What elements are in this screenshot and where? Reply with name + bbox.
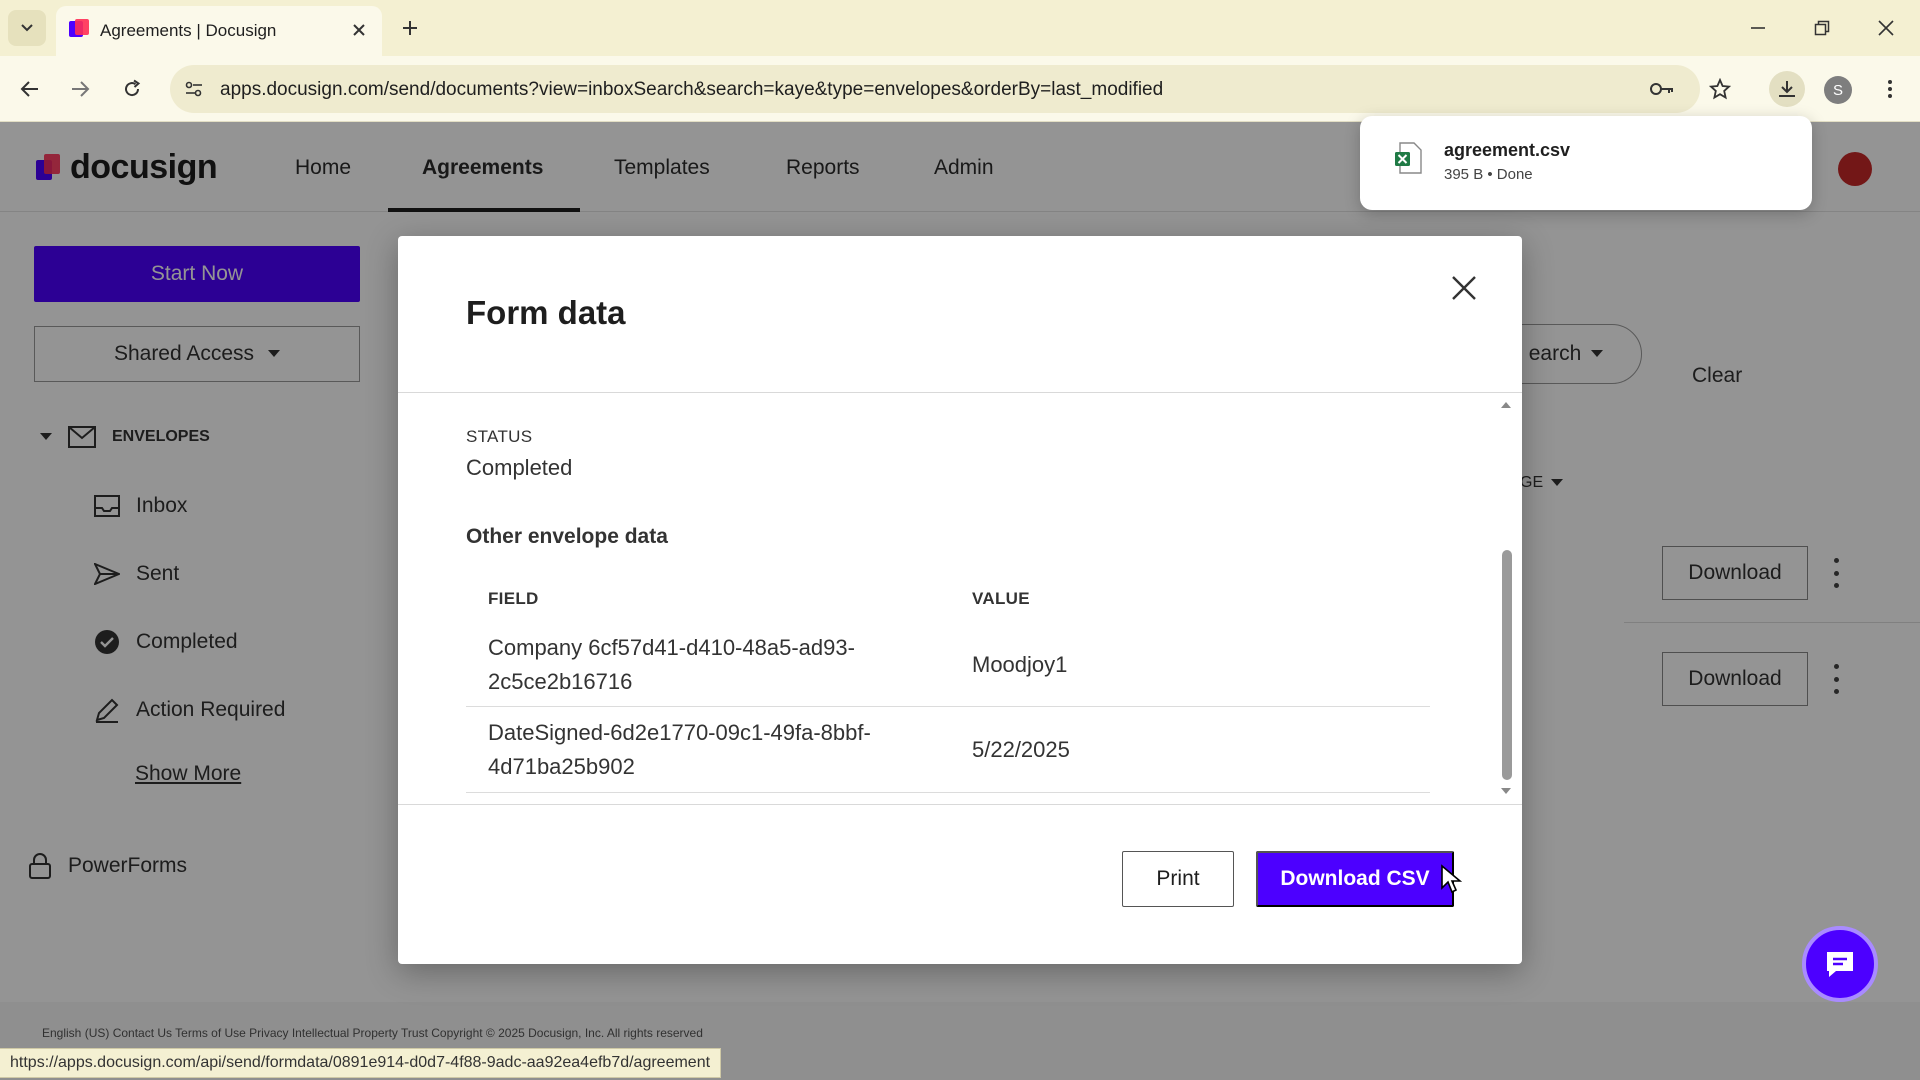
table-cell-value: 5/22/2025 xyxy=(972,737,1070,762)
minimize-icon[interactable] xyxy=(1740,12,1776,44)
modal-divider xyxy=(398,804,1522,805)
status-label: STATUS xyxy=(466,427,533,446)
scrollbar-thumb[interactable] xyxy=(1502,550,1512,780)
docusign-favicon-icon xyxy=(69,19,89,37)
chat-bubble-icon xyxy=(1827,952,1853,977)
table-cell-value: Moodjoy1 xyxy=(972,652,1068,677)
excel-file-icon xyxy=(1395,142,1422,174)
chevron-down-icon xyxy=(21,24,33,32)
tab-title: Agreements | Docusign xyxy=(100,21,277,40)
reload-icon[interactable] xyxy=(114,71,150,107)
link-status-bar: https://apps.docusign.com/api/send/formd… xyxy=(0,1048,722,1078)
browser-toolbar: apps.docusign.com/send/documents?view=in… xyxy=(0,56,1920,122)
bookmark-star-icon[interactable] xyxy=(1702,71,1738,107)
browser-tab-bar: Agreements | Docusign xyxy=(0,0,1920,56)
modal-close-icon[interactable] xyxy=(1446,270,1482,306)
modal-title: Form data xyxy=(466,294,626,331)
download-meta: 395 B • Done xyxy=(1444,166,1533,183)
column-header-value: VALUE xyxy=(972,589,1030,608)
password-key-icon[interactable] xyxy=(1648,75,1676,103)
modal-scroll-content[interactable]: STATUS Completed Other envelope data FIE… xyxy=(398,393,1522,804)
chat-button[interactable] xyxy=(1802,926,1878,1002)
mouse-cursor-icon xyxy=(1441,864,1462,894)
forward-arrow-icon[interactable] xyxy=(62,71,98,107)
browser-tab-active[interactable]: Agreements | Docusign xyxy=(56,6,382,56)
column-header-field: FIELD xyxy=(488,589,539,608)
download-indicator-icon[interactable] xyxy=(1769,71,1805,107)
section-title: Other envelope data xyxy=(466,525,668,548)
url-text: apps.docusign.com/send/documents?view=in… xyxy=(220,79,1164,100)
restore-icon[interactable] xyxy=(1804,12,1840,44)
table-cell-field: Company 6cf57d41-d410-48a5-ad93-2c5ce2b1… xyxy=(488,635,855,694)
table-row-divider xyxy=(466,792,1430,793)
scroll-down-arrow-icon[interactable] xyxy=(1498,784,1514,798)
window-close-icon[interactable] xyxy=(1868,12,1904,44)
scroll-up-arrow-icon[interactable] xyxy=(1498,398,1514,412)
download-bubble[interactable]: agreement.csv 395 B • Done xyxy=(1360,116,1812,210)
new-tab-plus-icon[interactable] xyxy=(396,14,424,42)
table-row-divider xyxy=(466,706,1430,707)
table-cell-field: DateSigned-6d2e1770-09c1-49fa-8bbf-4d71b… xyxy=(488,720,871,779)
status-value: Completed xyxy=(466,455,573,480)
profile-avatar[interactable]: S xyxy=(1824,76,1852,104)
browser-menu-icon[interactable] xyxy=(1872,71,1908,107)
tab-list-button[interactable] xyxy=(8,10,46,46)
download-filename[interactable]: agreement.csv xyxy=(1444,140,1570,161)
back-arrow-icon[interactable] xyxy=(12,71,48,107)
site-info-tune-icon[interactable] xyxy=(180,75,208,103)
print-button[interactable]: Print xyxy=(1122,851,1234,907)
address-bar[interactable]: apps.docusign.com/send/documents?view=in… xyxy=(170,65,1700,113)
download-csv-button[interactable]: Download CSV xyxy=(1256,851,1454,907)
close-tab-icon[interactable] xyxy=(348,19,370,41)
form-data-modal: Form data STATUS Completed Other envelop… xyxy=(398,236,1522,964)
